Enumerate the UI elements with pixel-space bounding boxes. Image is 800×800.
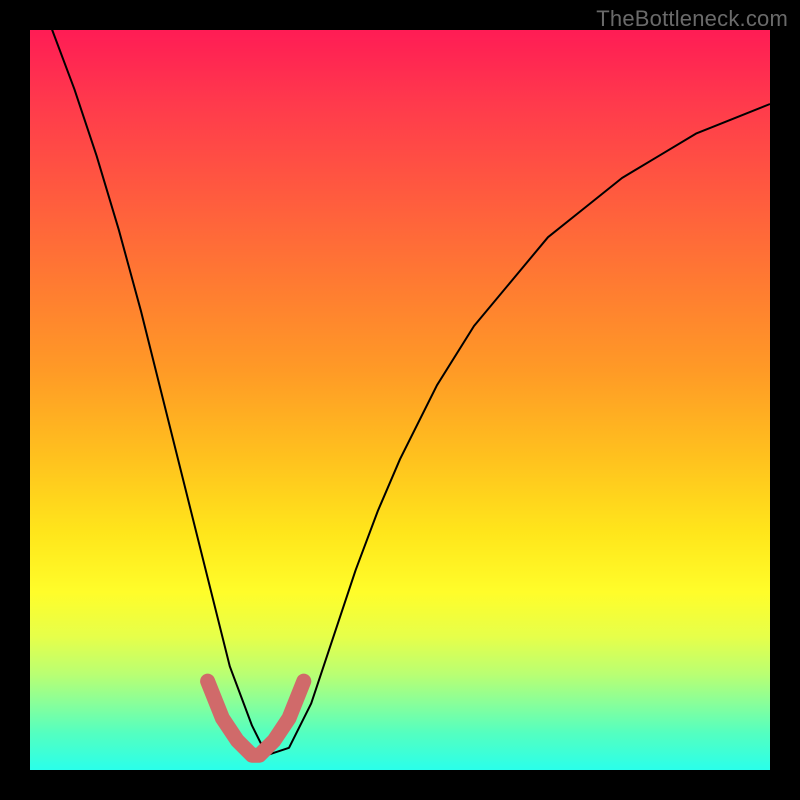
bottleneck-curve bbox=[30, 0, 770, 755]
chart-svg bbox=[30, 30, 770, 770]
watermark: TheBottleneck.com bbox=[596, 6, 788, 32]
highlight-segment bbox=[208, 681, 304, 755]
